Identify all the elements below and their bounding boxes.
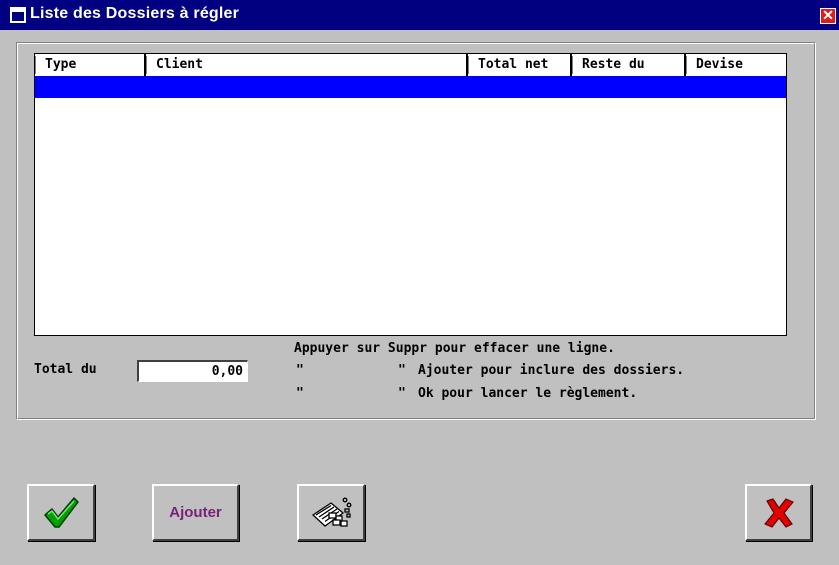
column-header-total-net[interactable]: Total net — [468, 54, 572, 76]
total-field[interactable]: 0,00 — [137, 360, 248, 382]
selected-row[interactable] — [35, 76, 786, 98]
ajouter-button[interactable]: Ajouter — [152, 484, 239, 541]
total-label: Total du — [34, 362, 97, 377]
list-header: Type Client Total net Reste du Devise — [35, 54, 786, 76]
column-header-type[interactable]: Type — [35, 54, 146, 76]
ditto-mark: " — [398, 363, 406, 378]
hint-line-3: Ok pour lancer le règlement. — [418, 386, 638, 401]
ditto-mark: " — [296, 386, 304, 401]
column-header-devise[interactable]: Devise — [686, 54, 786, 76]
ajouter-label: Ajouter — [169, 504, 222, 521]
ditto-mark: " — [296, 363, 304, 378]
window-icon[interactable] — [10, 7, 26, 23]
cancel-button[interactable] — [745, 484, 812, 541]
column-header-reste-du[interactable]: Reste du — [572, 54, 686, 76]
document-list-icon — [311, 497, 352, 527]
dossiers-list[interactable]: Type Client Total net Reste du Devise — [34, 53, 787, 336]
hint-line-1: Appuyer sur Suppr pour effacer une ligne… — [294, 341, 615, 356]
column-header-client[interactable]: Client — [146, 54, 468, 76]
title-bar: Liste des Dossiers à régler ✕ — [0, 0, 839, 30]
window-title: Liste des Dossiers à régler — [30, 5, 240, 22]
hint-line-2: Ajouter pour inclure des dossiers. — [418, 363, 685, 378]
ok-button[interactable] — [27, 484, 95, 541]
document-list-button[interactable] — [297, 484, 365, 541]
ditto-mark: " — [398, 386, 406, 401]
red-x-icon — [763, 497, 794, 528]
close-icon[interactable]: ✕ — [820, 8, 836, 24]
checkmark-icon — [44, 496, 79, 528]
